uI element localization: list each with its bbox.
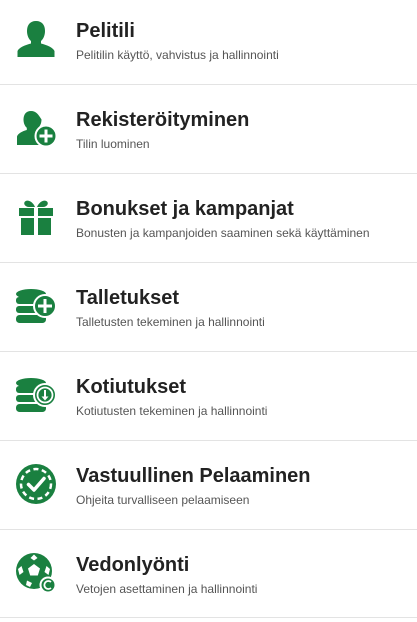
item-subtitle: Talletusten tekeminen ja hallinnointi — [76, 315, 265, 329]
item-title: Bonukset ja kampanjat — [76, 198, 294, 220]
item-subtitle: Bonusten ja kampanjoiden saaminen sekä k… — [76, 226, 370, 240]
divider — [0, 262, 417, 263]
item-title: Vedonlyönti — [76, 554, 190, 576]
coins-plus-icon — [14, 284, 58, 328]
item-title: Kotiutukset — [76, 376, 186, 398]
soccer-ball-icon — [14, 551, 58, 595]
menu-item-bonukset[interactable]: Bonukset ja kampanjat Bonusten ja kampan… — [0, 178, 417, 266]
item-title: Talletukset — [76, 287, 179, 309]
divider — [0, 440, 417, 441]
divider — [0, 617, 417, 618]
item-title: Pelitili — [76, 20, 135, 42]
item-subtitle: Tilin luominen — [76, 137, 150, 151]
help-category-list: Pelitili Pelitilin käyttö, vahvistus ja … — [0, 0, 417, 619]
user-icon — [14, 17, 58, 61]
menu-item-vedonlyonti[interactable]: Vedonlyönti Vetojen asettaminen ja halli… — [0, 534, 417, 622]
divider — [0, 529, 417, 530]
item-subtitle: Vetojen asettaminen ja hallinnointi — [76, 582, 258, 596]
chip-check-icon — [14, 462, 58, 506]
gift-icon — [14, 195, 58, 239]
menu-item-talletukset[interactable]: Talletukset Talletusten tekeminen ja hal… — [0, 267, 417, 355]
menu-item-pelitili[interactable]: Pelitili Pelitilin käyttö, vahvistus ja … — [0, 0, 417, 88]
item-subtitle: Pelitilin käyttö, vahvistus ja hallinnoi… — [76, 48, 279, 62]
item-title: Vastuullinen Pelaaminen — [76, 465, 311, 487]
menu-item-rekisteroityminen[interactable]: Rekisteröityminen Tilin luominen — [0, 89, 417, 177]
item-subtitle: Ohjeita turvalliseen pelaamiseen — [76, 493, 250, 507]
user-plus-icon — [14, 106, 58, 150]
menu-item-kotiutukset[interactable]: Kotiutukset Kotiutusten tekeminen ja hal… — [0, 356, 417, 444]
divider — [0, 173, 417, 174]
divider — [0, 351, 417, 352]
item-title: Rekisteröityminen — [76, 109, 250, 131]
coins-download-icon — [14, 373, 58, 417]
item-subtitle: Kotiutusten tekeminen ja hallinnointi — [76, 404, 268, 418]
menu-item-vastuullinen-pelaaminen[interactable]: Vastuullinen Pelaaminen Ohjeita turvalli… — [0, 445, 417, 533]
divider — [0, 84, 417, 85]
